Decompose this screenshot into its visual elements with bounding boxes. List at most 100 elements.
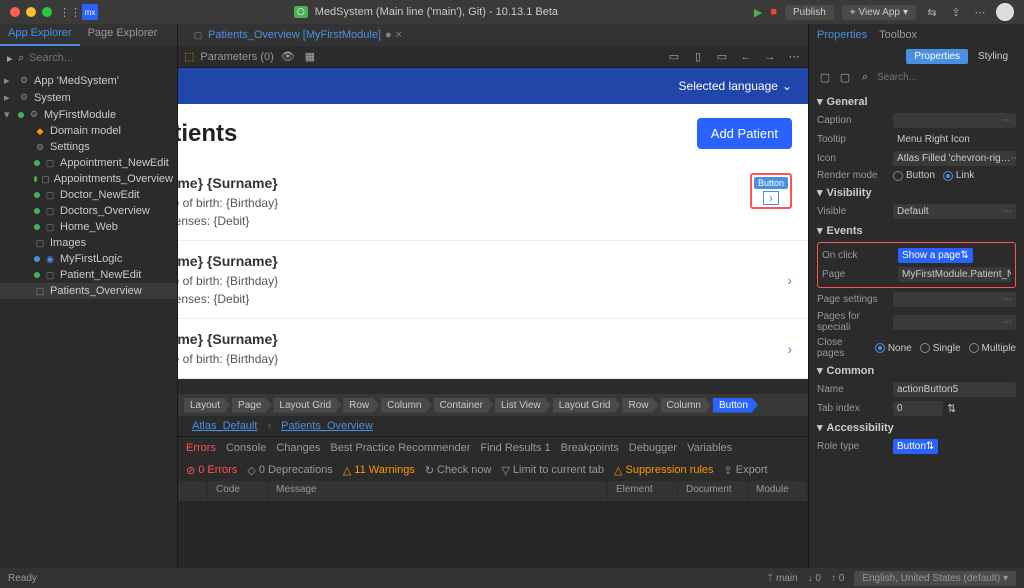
app-menu-icon[interactable]: ⋮⋮ — [62, 4, 78, 20]
suppression-button[interactable]: △Suppression rules — [614, 464, 714, 477]
limit-toggle[interactable]: ▽Limit to current tab — [501, 464, 604, 477]
selected-button-widget[interactable]: Button › — [750, 173, 792, 209]
bc-layoutgrid[interactable]: Layout Grid — [273, 398, 341, 413]
prop-pagesettings-value[interactable]: ⋯ — [893, 292, 1016, 307]
parameters-label[interactable]: Parameters (0) — [200, 51, 273, 63]
icon-2[interactable]: ⇪ — [948, 4, 964, 20]
layers-icon[interactable]: ▦ — [302, 49, 318, 65]
deprecations-count[interactable]: ◇0 Deprecations — [247, 464, 332, 477]
tab-toolbox[interactable]: Toolbox — [879, 29, 917, 41]
tree-module[interactable]: ▾⚙MyFirstModule — [0, 106, 177, 123]
tree-app[interactable]: ▸⚙App 'MedSystem' — [0, 72, 177, 89]
list-item[interactable]: {Name} {Surname} Date of birth: {Birthda… — [178, 241, 808, 319]
tab-bpr[interactable]: Best Practice Recommender — [330, 442, 470, 454]
tree-item[interactable]: ▢Images — [0, 235, 177, 251]
tab-properties[interactable]: Properties — [817, 29, 867, 41]
export-button[interactable]: ⇪Export — [724, 464, 768, 477]
tablet-icon[interactable]: ▭ — [666, 49, 682, 65]
tree-domain-model[interactable]: ◆Domain model — [0, 123, 177, 139]
icon-1[interactable]: ⇆ — [924, 4, 940, 20]
link-page[interactable]: Patients_Overview — [281, 420, 373, 432]
minimize-window[interactable] — [26, 7, 36, 17]
col-element[interactable]: Element — [608, 481, 678, 501]
tab-console[interactable]: Console — [226, 442, 266, 454]
expand-icon[interactable]: ▸ — [6, 50, 14, 66]
chevron-right-icon[interactable]: › — [787, 272, 792, 288]
section-events[interactable]: ▾Events — [817, 221, 1016, 240]
prop-visible-value[interactable]: Default⋯ — [893, 204, 1016, 219]
tree-item[interactable]: ▢Doctors_Overview — [0, 203, 177, 219]
tab-changes[interactable]: Changes — [276, 442, 320, 454]
language-status[interactable]: English, United States (default) ▾ — [854, 571, 1016, 586]
view-app-button[interactable]: ⌖ View App ▾ — [842, 5, 916, 20]
publish-button[interactable]: Publish — [785, 5, 834, 20]
tab-app-explorer[interactable]: App Explorer — [0, 24, 80, 46]
tree-item[interactable]: ▢Patient_NewEdit — [0, 267, 177, 283]
run-button[interactable]: ▶ — [754, 6, 762, 19]
prop-icon-value[interactable]: Atlas Filled 'chevron-rig…⋯ — [893, 151, 1016, 166]
chevron-right-icon[interactable]: › — [787, 341, 792, 357]
prop-onclick-dropdown[interactable]: Show a page⇅ — [898, 248, 973, 263]
stepper-icon[interactable]: ⇅ — [947, 402, 956, 415]
radio-button[interactable]: Button — [893, 170, 935, 181]
warnings-count[interactable]: △11 Warnings — [343, 464, 415, 477]
maximize-window[interactable] — [42, 7, 52, 17]
icon-b[interactable]: ▢ — [837, 69, 853, 85]
section-accessibility[interactable]: ▾Accessibility — [817, 418, 1016, 437]
prop-name-value[interactable]: actionButton5 — [893, 382, 1016, 397]
phone-icon[interactable]: ▯ — [690, 49, 706, 65]
document-tab[interactable]: ▢ Patients_Overview [MyFirstModule] ● × — [184, 27, 410, 43]
close-tab-icon[interactable]: × — [396, 29, 402, 41]
bc-page[interactable]: Page — [232, 398, 271, 413]
bc-column2[interactable]: Column — [661, 398, 711, 413]
tree-item[interactable]: ▢Appointment_NewEdit — [0, 155, 177, 171]
section-general[interactable]: ▾General — [817, 92, 1016, 111]
tree-system[interactable]: ▸⚙System — [0, 89, 177, 106]
bc-listview[interactable]: List View — [495, 398, 551, 413]
tab-variables[interactable]: Variables — [687, 442, 732, 454]
section-visibility[interactable]: ▾Visibility — [817, 183, 1016, 202]
check-now-button[interactable]: ↻Check now — [425, 464, 492, 477]
radio-none[interactable]: None — [875, 343, 912, 354]
tree-item-selected[interactable]: ▢Patients_Overview — [0, 283, 177, 299]
subtab-properties[interactable]: Properties — [906, 49, 968, 64]
prop-roletype-dropdown[interactable]: Button⇅ — [893, 439, 938, 454]
stop-button[interactable]: ■ — [770, 6, 777, 18]
prop-caption-value[interactable]: ⋯ — [893, 113, 1016, 128]
radio-multiple[interactable]: Multiple — [969, 343, 1016, 354]
language-selector[interactable]: Selected language ⌄ — [679, 79, 792, 93]
eye-icon[interactable]: 👁 — [280, 49, 296, 65]
avatar[interactable] — [996, 3, 1014, 21]
bc-container[interactable]: Container — [434, 398, 493, 413]
arrow-left-icon[interactable]: ← — [738, 49, 754, 65]
tab-find[interactable]: Find Results 1 — [480, 442, 550, 454]
desktop-icon[interactable]: ▭ — [714, 49, 730, 65]
branch-indicator[interactable]: ᛘ main — [767, 573, 797, 584]
prop-tabindex-value[interactable]: 0 — [893, 401, 943, 416]
subtab-styling[interactable]: Styling — [970, 49, 1016, 64]
tree-item[interactable]: ▢Appointments_Overview — [0, 171, 177, 187]
radio-single[interactable]: Single — [920, 343, 961, 354]
list-item[interactable]: {Name} {Surname} Date of birth: {Birthda… — [178, 163, 808, 241]
sync-down[interactable]: ↓ 0 — [808, 573, 821, 584]
tab-errors[interactable]: Errors — [186, 442, 216, 454]
list-item[interactable]: {Name} {Surname} Date of birth: {Birthda… — [178, 319, 808, 379]
tree-item[interactable]: ◉MyFirstLogic — [0, 251, 177, 267]
radio-link[interactable]: Link — [943, 170, 974, 181]
section-common[interactable]: ▾Common — [817, 361, 1016, 380]
icon-a[interactable]: ▢ — [817, 69, 833, 85]
tree-item[interactable]: ▢Doctor_NewEdit — [0, 187, 177, 203]
arrow-right-icon[interactable]: → — [762, 49, 778, 65]
search-input[interactable] — [29, 52, 171, 64]
bc-layout[interactable]: Layout — [184, 398, 230, 413]
bc-column[interactable]: Column — [381, 398, 431, 413]
bc-row2[interactable]: Row — [622, 398, 658, 413]
bc-button[interactable]: Button — [713, 398, 758, 413]
close-window[interactable] — [10, 7, 20, 17]
link-atlas[interactable]: Atlas_Default — [192, 420, 257, 432]
icon-3[interactable]: ⋯ — [972, 4, 988, 20]
tree-settings[interactable]: ⚙Settings — [0, 139, 177, 155]
tab-debugger[interactable]: Debugger — [629, 442, 677, 454]
col-message[interactable]: Message — [268, 481, 608, 501]
sync-up[interactable]: ↑ 0 — [831, 573, 844, 584]
